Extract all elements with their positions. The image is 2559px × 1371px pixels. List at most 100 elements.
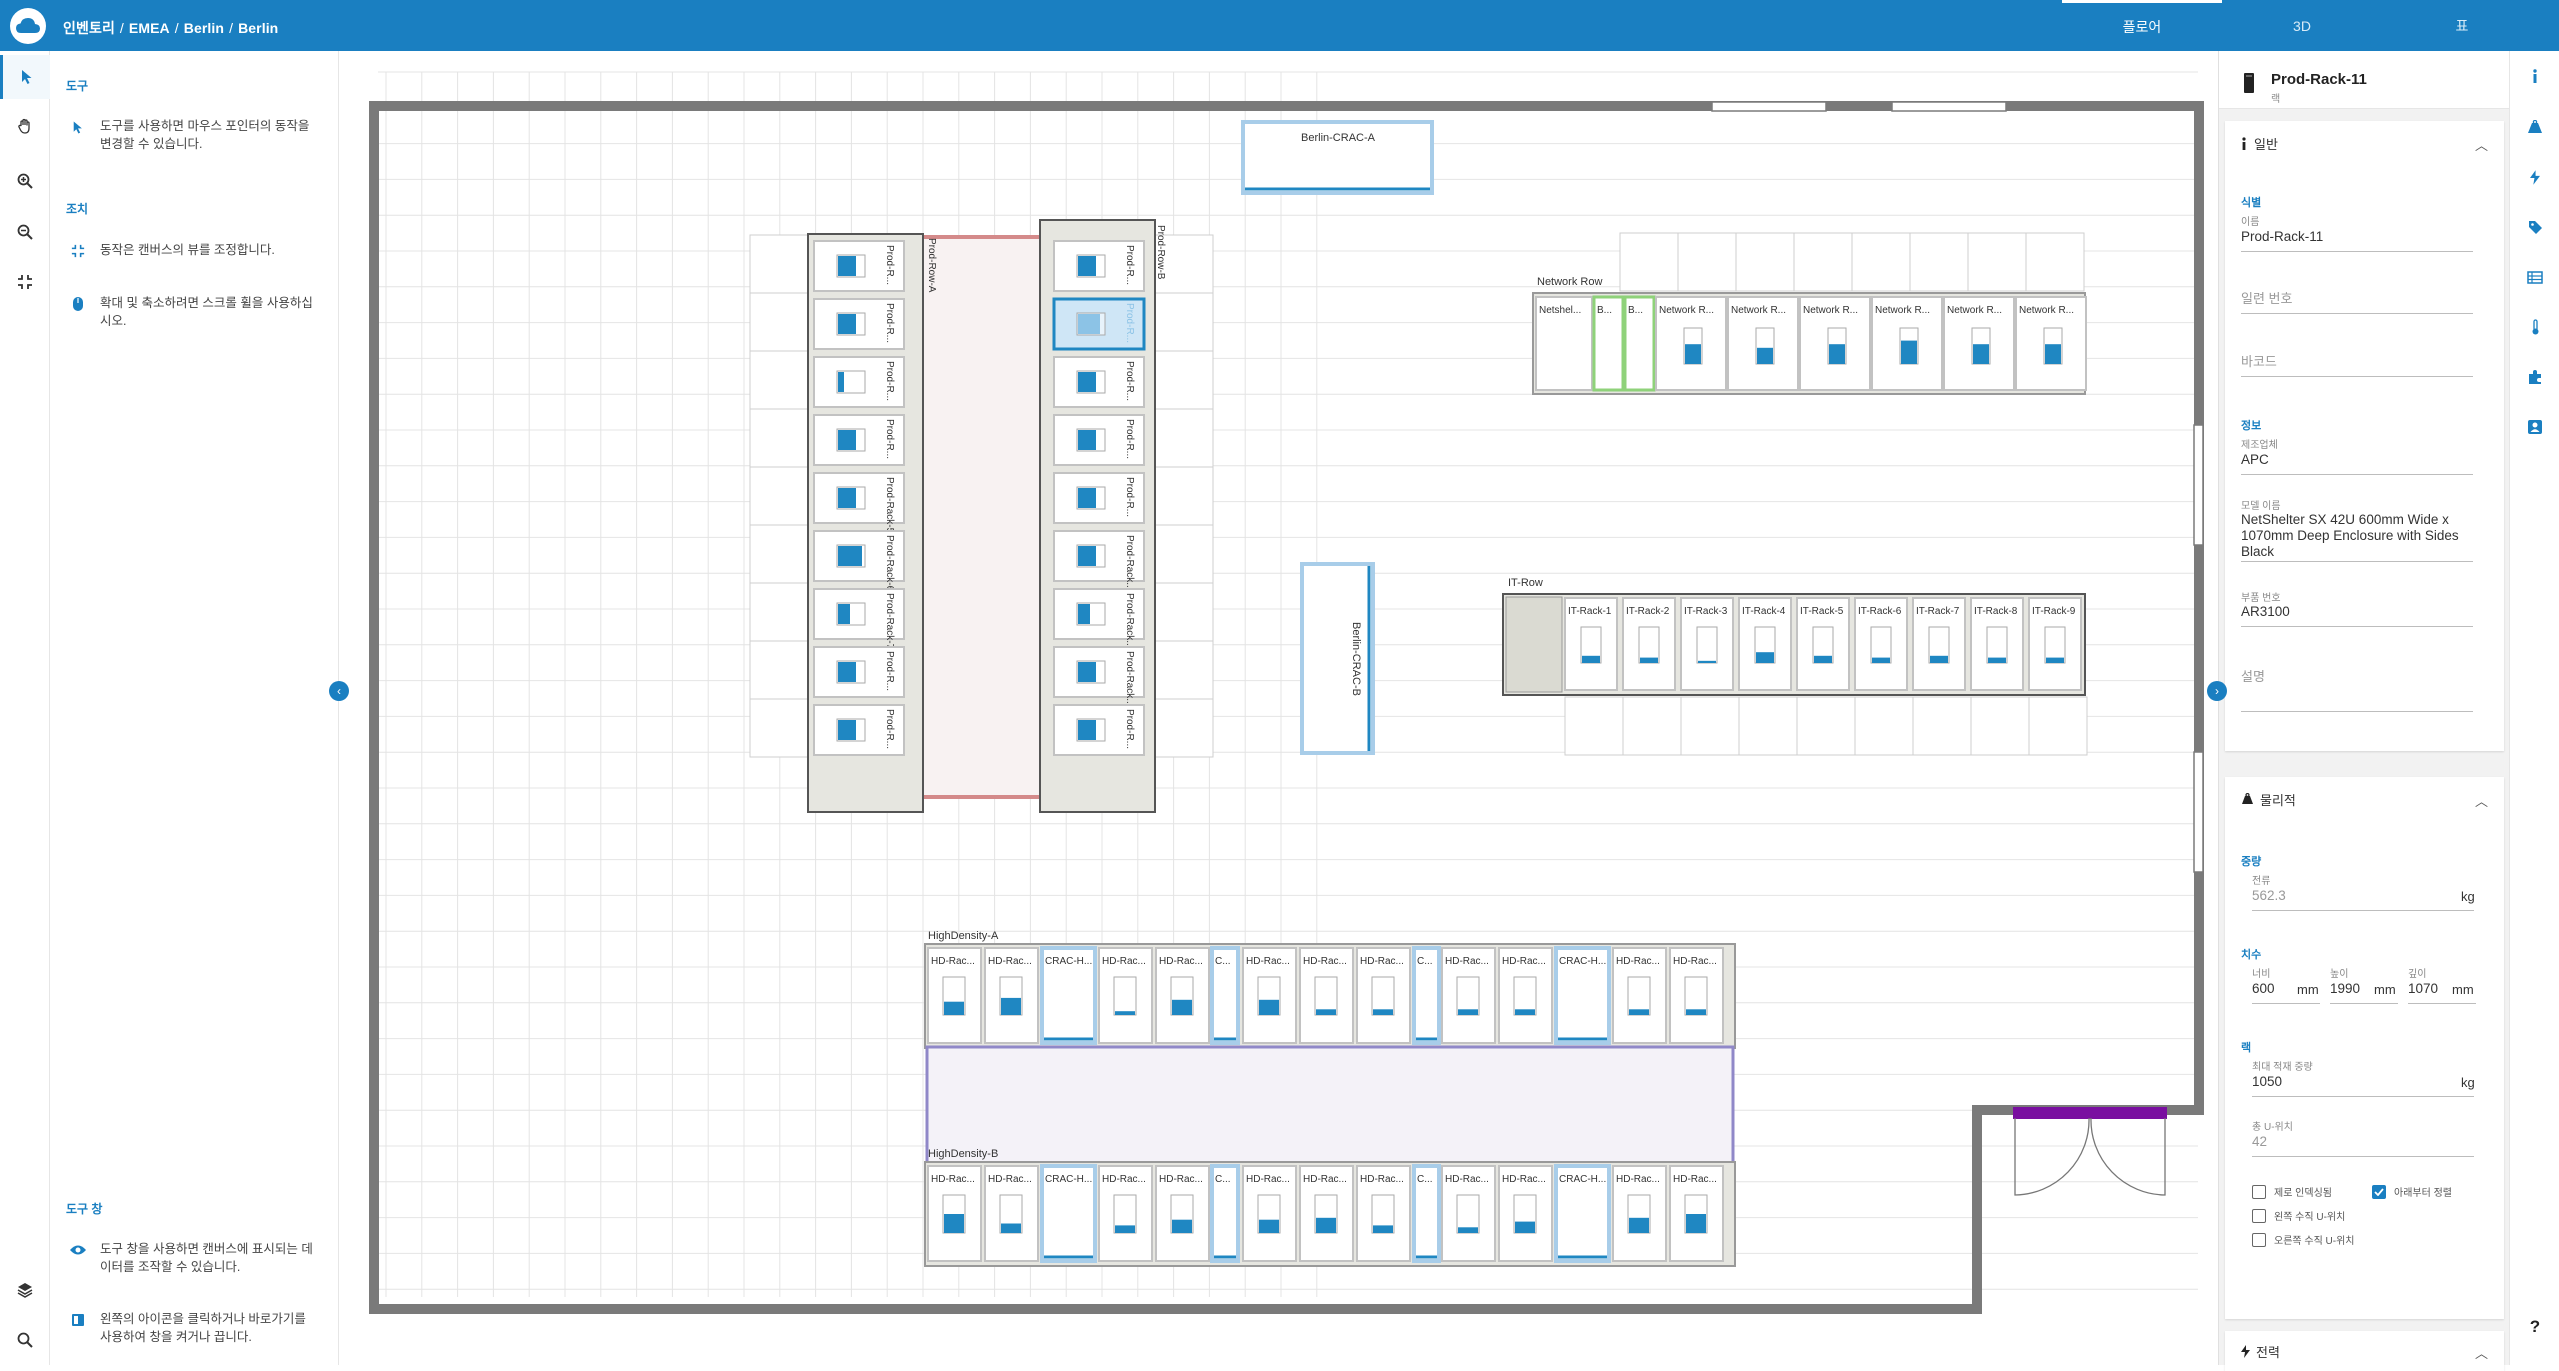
in-row-crac-label: C... (1215, 1174, 1231, 1185)
zoom-in-button[interactable] (0, 159, 50, 203)
help-button[interactable]: ? (2510, 1307, 2559, 1347)
zoom-out-icon (17, 224, 33, 240)
rack-pane-button[interactable] (2510, 107, 2559, 147)
general-card-header[interactable]: 일반 ︿ (2225, 121, 2504, 165)
help-icon: ? (2529, 1317, 2541, 1336)
prod-a-rack-label: Prod-R... (884, 303, 895, 343)
breadcrumb-inventory[interactable]: 인벤토리 (63, 20, 115, 36)
properties-header: Prod-Rack-11 랙 (2219, 51, 2510, 109)
barcode-input[interactable]: 바코드 (2241, 354, 2473, 377)
rack-capacity-fill (838, 372, 844, 392)
manufacturer-input[interactable]: APC (2241, 452, 2473, 475)
hd-rack-label: HD-Rac... (1102, 1174, 1146, 1185)
rack-capacity-fill (1872, 657, 1890, 663)
eye-icon (70, 1245, 86, 1255)
table-pane-button[interactable] (2510, 257, 2559, 297)
floor-tile (2025, 232, 2085, 292)
left-vertical-u-checkbox[interactable]: 왼쪽 수직 U-위치 (2252, 1208, 2345, 1223)
cloud-logo-icon[interactable] (10, 8, 46, 44)
bottom-align-checkbox[interactable]: 아래부터 정렬 (2372, 1184, 2452, 1199)
rack-capacity-fill (1685, 344, 1701, 364)
rack-capacity-fill (838, 546, 862, 566)
power-card-header[interactable]: 전력 ︿ (2225, 1331, 2504, 1371)
model-input[interactable]: NetShelter SX 42U 600mm Wide x 1070mm De… (2241, 512, 2473, 562)
temperature-pane-button[interactable] (2510, 307, 2559, 347)
breadcrumb-berlin[interactable]: Berlin (184, 20, 224, 36)
hot-aisle (923, 235, 1040, 798)
in-row-crac-label: CRAC-H... (1559, 1174, 1606, 1185)
prod-b-rack-label: Prod-R... (1124, 477, 1135, 517)
collapse-right-panel-button[interactable]: › (2207, 681, 2227, 701)
pointer-tool-button[interactable] (0, 55, 50, 99)
kg-unit: kg (2461, 1075, 2475, 1090)
hd-rack-label: HD-Rac... (1502, 956, 1546, 967)
max-weight-input[interactable]: 1050 (2252, 1074, 2474, 1097)
crac-b-label: Berlin-CRAC-B (1350, 622, 1362, 696)
table-icon (2527, 270, 2543, 284)
tab-3d[interactable]: 3D (2222, 0, 2382, 51)
zoom-out-button[interactable] (0, 210, 50, 254)
floor-tile (1677, 232, 1737, 292)
rack-capacity-fill (1001, 997, 1021, 1015)
chevron-up-icon[interactable]: ︿ (2475, 791, 2488, 810)
rack-capacity-fill (1988, 657, 2006, 663)
height-label: 높이 (2330, 969, 2349, 980)
description-input[interactable]: 설명 (2241, 669, 2473, 712)
floor-canvas[interactable]: Berlin-CRAC-A Berlin-CRAC-B Prod-Row-A Prod… (340, 51, 2217, 1365)
tab-floor[interactable]: 플로어 (2062, 0, 2222, 51)
rack-capacity-fill (1172, 999, 1192, 1015)
door[interactable] (2013, 1107, 2167, 1119)
user-pane-button[interactable] (2510, 407, 2559, 447)
it-rack-label: IT-Rack-7 (1916, 606, 1960, 617)
weight-icon (2242, 793, 2253, 804)
power-icon (2530, 169, 2540, 185)
name-input[interactable]: Prod-Rack-11 (2241, 229, 2473, 252)
manufacturer-label: 제조업체 (2241, 440, 2278, 451)
layers-button[interactable] (0, 1268, 50, 1312)
floor-tile (1154, 408, 1214, 468)
total-u-input[interactable]: 42 (2252, 1134, 2474, 1157)
hand-tool-button[interactable] (0, 104, 50, 148)
rack-capacity-fill (1115, 1225, 1135, 1233)
plugin-pane-button[interactable] (2510, 357, 2559, 397)
identification-section: 식별 (2241, 197, 2262, 209)
tab-table[interactable]: 표 (2382, 0, 2542, 51)
info-pane-button[interactable] (2510, 56, 2559, 96)
prod-b-rack-label: Prod-Rack... (1124, 651, 1135, 707)
hd-rack-label: HD-Rac... (1673, 956, 1717, 967)
rack-capacity-fill (1698, 660, 1716, 663)
hd-rack-label: HD-Rac... (1360, 1174, 1404, 1185)
floor-tile (749, 234, 809, 294)
actions-help-text-1: 동작은 캔버스의 뷰를 조정합니다. (100, 243, 275, 257)
hand-icon (18, 118, 30, 134)
rack-capacity-fill (1629, 1217, 1649, 1233)
floor-tile (1854, 696, 1914, 756)
collapse-left-panel-button[interactable]: ‹ (329, 681, 349, 701)
floor-tile (1912, 696, 1972, 756)
serial-number-input[interactable]: 일련 번호 (2241, 291, 2473, 314)
mm-unit: mm (2452, 982, 2474, 997)
floor-tile (1619, 232, 1679, 292)
chevron-up-icon[interactable]: ︿ (2475, 135, 2488, 154)
breadcrumb-emea[interactable]: EMEA (129, 20, 170, 36)
rack-capacity-fill (1078, 430, 1096, 450)
in-row-crac-label: C... (1215, 956, 1231, 967)
it-rack-label: IT-Rack-6 (1858, 606, 1902, 617)
floor-plan[interactable]: Berlin-CRAC-A Berlin-CRAC-B Prod-Row-A Prod… (340, 51, 2217, 1365)
tags-pane-button[interactable] (2510, 207, 2559, 247)
rack-capacity-fill (1259, 999, 1279, 1015)
zero-indexed-checkbox[interactable]: 제로 인덱싱됨 (2252, 1184, 2332, 1199)
rack-capacity-fill (838, 662, 856, 682)
physical-card-header[interactable]: 물리적 ︿ (2225, 777, 2504, 821)
fit-view-button[interactable] (0, 260, 50, 304)
part-number-input[interactable]: AR3100 (2241, 604, 2473, 627)
rack-capacity-fill (1582, 655, 1600, 663)
left-vertical-u-label: 왼쪽 수직 U-위치 (2274, 1212, 2346, 1223)
general-card: 일반 ︿ 식별 이름 Prod-Rack-11 일련 번호 바코드 정보 제조업… (2225, 121, 2504, 751)
chevron-up-icon[interactable]: ︿ (2475, 1343, 2488, 1362)
empty-weight-input[interactable]: 562.3 (2252, 888, 2474, 911)
search-button[interactable] (0, 1318, 50, 1362)
right-vertical-u-checkbox[interactable]: 오른쪽 수직 U-위치 (2252, 1232, 2355, 1247)
power-pane-button[interactable] (2510, 157, 2559, 197)
help-panel: 도구 도구를 사용하면 마우스 포인터의 동작을 변경할 수 있습니다. 조치 … (50, 51, 339, 1365)
